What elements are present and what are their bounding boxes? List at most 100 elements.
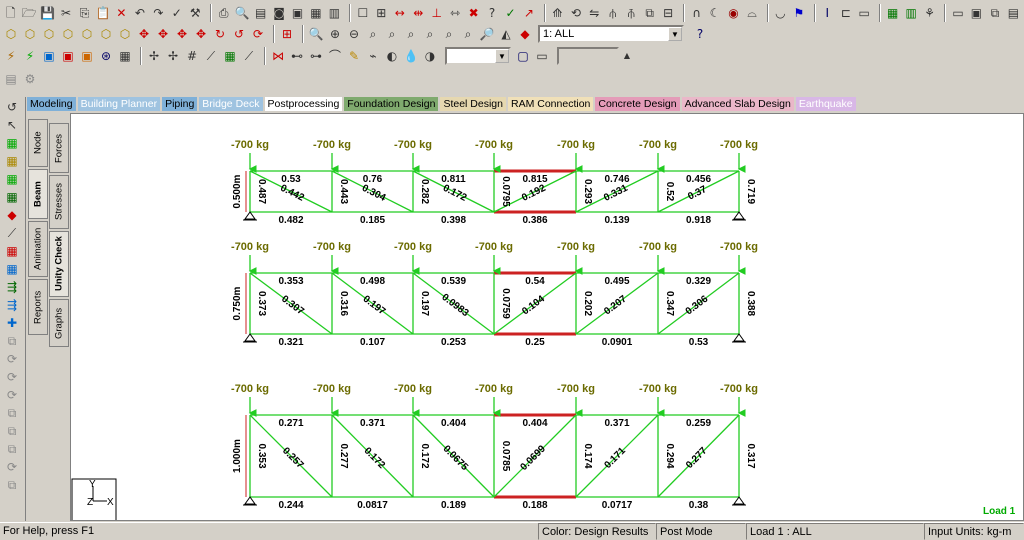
view-top-icon[interactable]: ⬡ bbox=[98, 26, 114, 42]
plate-cursor-icon[interactable]: ▦ bbox=[4, 171, 20, 187]
tab-concrete-design[interactable]: Concrete Design bbox=[595, 97, 680, 111]
pointer-icon[interactable]: ↗ bbox=[521, 5, 536, 21]
snap-beam-icon[interactable]: ✢ bbox=[165, 48, 181, 64]
tool-d-icon[interactable]: ⧉ bbox=[4, 405, 20, 421]
solid-cursor-icon[interactable]: ▦ bbox=[4, 189, 20, 205]
run-icon[interactable]: ⚘ bbox=[922, 5, 937, 21]
translate-icon[interactable]: ⟰ bbox=[550, 5, 565, 21]
eye-icon[interactable]: ◉ bbox=[726, 5, 741, 21]
add-icon[interactable]: ✚ bbox=[4, 315, 20, 331]
redo-icon[interactable]: ↷ bbox=[151, 5, 166, 21]
tab-unity-check[interactable]: Unity Check bbox=[49, 231, 69, 297]
tab-graphs[interactable]: Graphs bbox=[49, 299, 69, 347]
structure-icon[interactable]: ☐ bbox=[355, 5, 370, 21]
group-icon[interactable]: ⇶ bbox=[4, 297, 20, 313]
insert-node-icon[interactable]: ⊷ bbox=[289, 48, 305, 64]
open-file-icon[interactable]: 🗁 bbox=[21, 5, 37, 21]
ibeam-icon[interactable]: I bbox=[820, 5, 835, 21]
no-icon[interactable]: ✖ bbox=[466, 5, 481, 21]
tool-e-icon[interactable]: ⧉ bbox=[4, 423, 20, 439]
tab-modeling[interactable]: Modeling bbox=[27, 97, 76, 111]
picture-icon[interactable]: ▣ bbox=[290, 5, 305, 21]
color-icon[interactable]: ◑ bbox=[422, 48, 438, 64]
print-icon[interactable]: ⎙ bbox=[216, 5, 231, 21]
select-solids-icon[interactable]: ▣ bbox=[60, 48, 76, 64]
view-box-icon[interactable]: ▢ bbox=[515, 48, 531, 64]
select-window-icon[interactable]: ⊞ bbox=[279, 26, 295, 42]
camera-icon[interactable]: ◙ bbox=[271, 5, 286, 21]
check-geometry-icon[interactable]: ✓ bbox=[503, 5, 518, 21]
tab-bridge-deck[interactable]: Bridge Deck bbox=[199, 97, 263, 111]
hammer-icon[interactable]: ⚒ bbox=[188, 5, 203, 21]
bowl-icon[interactable]: ◡ bbox=[773, 5, 788, 21]
add-plate-icon[interactable]: ▦ bbox=[222, 48, 238, 64]
delete-icon[interactable]: ✕ bbox=[114, 5, 129, 21]
plate-icon[interactable]: ▭ bbox=[856, 5, 871, 21]
pan-icon[interactable]: ⌕ bbox=[422, 26, 438, 42]
rotate-left-icon[interactable]: ✥ bbox=[136, 26, 152, 42]
window-cascade-icon[interactable]: ⧉ bbox=[987, 5, 1002, 21]
tool-h-icon[interactable]: ⧉ bbox=[4, 477, 20, 493]
chevron-down-icon[interactable]: ▼ bbox=[668, 27, 682, 41]
reset-view-icon[interactable]: ⟳ bbox=[250, 26, 266, 42]
window-arrange-icon[interactable]: ▤ bbox=[1006, 5, 1021, 21]
zoom-icon[interactable]: 🔍 bbox=[308, 26, 324, 42]
select-icon[interactable]: ◆ bbox=[517, 26, 533, 42]
tab-earthquake[interactable]: Earthquake bbox=[795, 97, 856, 111]
rotate-down-icon[interactable]: ✥ bbox=[193, 26, 209, 42]
split-icon[interactable]: ⫛ bbox=[605, 5, 620, 21]
tab-piping[interactable]: Piping bbox=[162, 97, 198, 111]
select-plates-icon[interactable]: ▣ bbox=[41, 48, 57, 64]
rotate-right-icon[interactable]: ✥ bbox=[155, 26, 171, 42]
rotate-up-icon[interactable]: ✥ bbox=[174, 26, 190, 42]
cut-icon[interactable]: ✂ bbox=[58, 5, 73, 21]
node-dimension-icon[interactable]: ⇹ bbox=[411, 5, 426, 21]
brush-icon[interactable]: ⌁ bbox=[365, 48, 381, 64]
select-geometry-icon[interactable]: ⊛ bbox=[98, 48, 114, 64]
geometry-cursor-icon[interactable]: ⟋ bbox=[4, 225, 20, 241]
stack-icon[interactable]: ⧉ bbox=[4, 333, 20, 349]
copy-icon[interactable]: ⎘ bbox=[77, 5, 92, 21]
tab-foundation-design[interactable]: Foundation Design bbox=[344, 97, 439, 111]
snap-node-icon[interactable]: ✢ bbox=[146, 48, 162, 64]
load-cursor-icon[interactable]: ▦ bbox=[4, 243, 20, 259]
tab-reports[interactable]: Reports bbox=[28, 279, 48, 335]
fill-icon[interactable]: ◐ bbox=[384, 48, 400, 64]
tab-steel-design[interactable]: Steel Design bbox=[440, 97, 506, 111]
select-beams-icon[interactable]: ⚡ bbox=[22, 48, 38, 64]
cursor-icon[interactable]: ↖ bbox=[4, 117, 20, 133]
tool-g-icon[interactable]: ⟳ bbox=[4, 459, 20, 475]
tab-forces[interactable]: Forces bbox=[49, 123, 69, 173]
check-icon[interactable]: ✓ bbox=[169, 5, 184, 21]
settings-icon[interactable]: ⚙ bbox=[22, 71, 38, 87]
load-case-select[interactable]: 1: ALL ▼ bbox=[538, 25, 684, 43]
connect-icon[interactable]: ⋈ bbox=[270, 48, 286, 64]
show-icon[interactable]: ⌓ bbox=[744, 5, 759, 21]
rotate-view-icon[interactable]: ↺ bbox=[4, 99, 20, 115]
select-grid-icon[interactable]: ▦ bbox=[117, 48, 133, 64]
tab-stresses[interactable]: Stresses bbox=[49, 175, 69, 229]
help-icon[interactable]: ? bbox=[484, 5, 499, 21]
add-beam-icon[interactable]: ⟋ bbox=[203, 48, 219, 64]
report-icon[interactable]: ▤ bbox=[253, 5, 268, 21]
spin-left-icon[interactable]: ↻ bbox=[212, 26, 228, 42]
surface-cursor-icon[interactable]: ◆ bbox=[4, 207, 20, 223]
rotate-icon[interactable]: ⟲ bbox=[568, 5, 583, 21]
tab-postprocessing[interactable]: Postprocessing bbox=[264, 97, 343, 111]
flow-icon[interactable]: ⇶ bbox=[4, 279, 20, 295]
curve-icon[interactable]: ⌒ bbox=[327, 48, 343, 64]
view-right-icon[interactable]: ⬡ bbox=[79, 26, 95, 42]
view-3d-icon[interactable]: ⬡ bbox=[3, 26, 19, 42]
zoom-window-icon[interactable]: ⌕ bbox=[365, 26, 381, 42]
moon-icon[interactable]: ☾ bbox=[707, 5, 722, 21]
member-spec-icon[interactable]: ⊞ bbox=[374, 5, 389, 21]
view-left-icon[interactable]: ⬡ bbox=[60, 26, 76, 42]
magnify-icon[interactable]: 🔎 bbox=[479, 26, 495, 42]
tab-building-planner[interactable]: Building Planner bbox=[77, 97, 161, 111]
new-file-icon[interactable]: 🗋 bbox=[3, 5, 18, 21]
support-icon[interactable]: ⊥ bbox=[429, 5, 444, 21]
zoom-out-icon[interactable]: ⊖ bbox=[346, 26, 362, 42]
mirror-icon[interactable]: ⇋ bbox=[587, 5, 602, 21]
snap-grid-icon[interactable]: # bbox=[184, 48, 200, 64]
calc-icon[interactable]: ▦ bbox=[885, 5, 900, 21]
